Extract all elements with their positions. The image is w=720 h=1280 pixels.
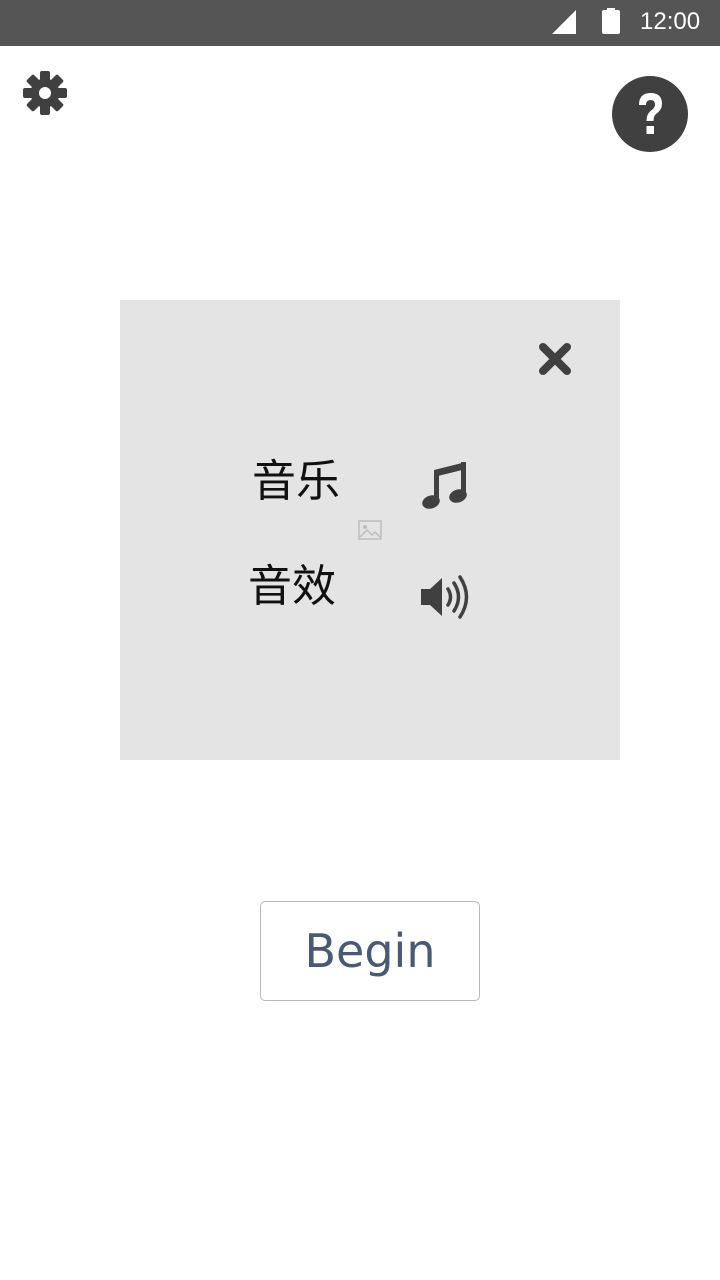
speaker-icon [421,575,469,619]
close-button[interactable] [536,340,574,378]
sound-effects-toggle[interactable] [418,572,472,622]
broken-image-icon [358,520,382,540]
sound-effects-label: 音效 [248,561,336,612]
question-circle-icon [612,76,688,152]
status-time: 12:00 [640,8,701,35]
begin-button[interactable]: Begin [260,901,480,1001]
settings-button[interactable] [22,70,68,116]
help-button[interactable] [611,75,689,153]
status-bar: 12:00 [0,0,720,46]
gear-icon [23,71,67,115]
signal-icon [552,10,576,34]
music-toggle[interactable] [420,458,470,512]
music-note-icon [422,462,467,509]
begin-button-label: Begin [304,924,436,978]
music-label: 音乐 [252,456,340,507]
battery-icon [602,8,620,34]
close-icon [539,343,571,375]
sound-settings-dialog: 音乐 音效 [120,300,620,760]
